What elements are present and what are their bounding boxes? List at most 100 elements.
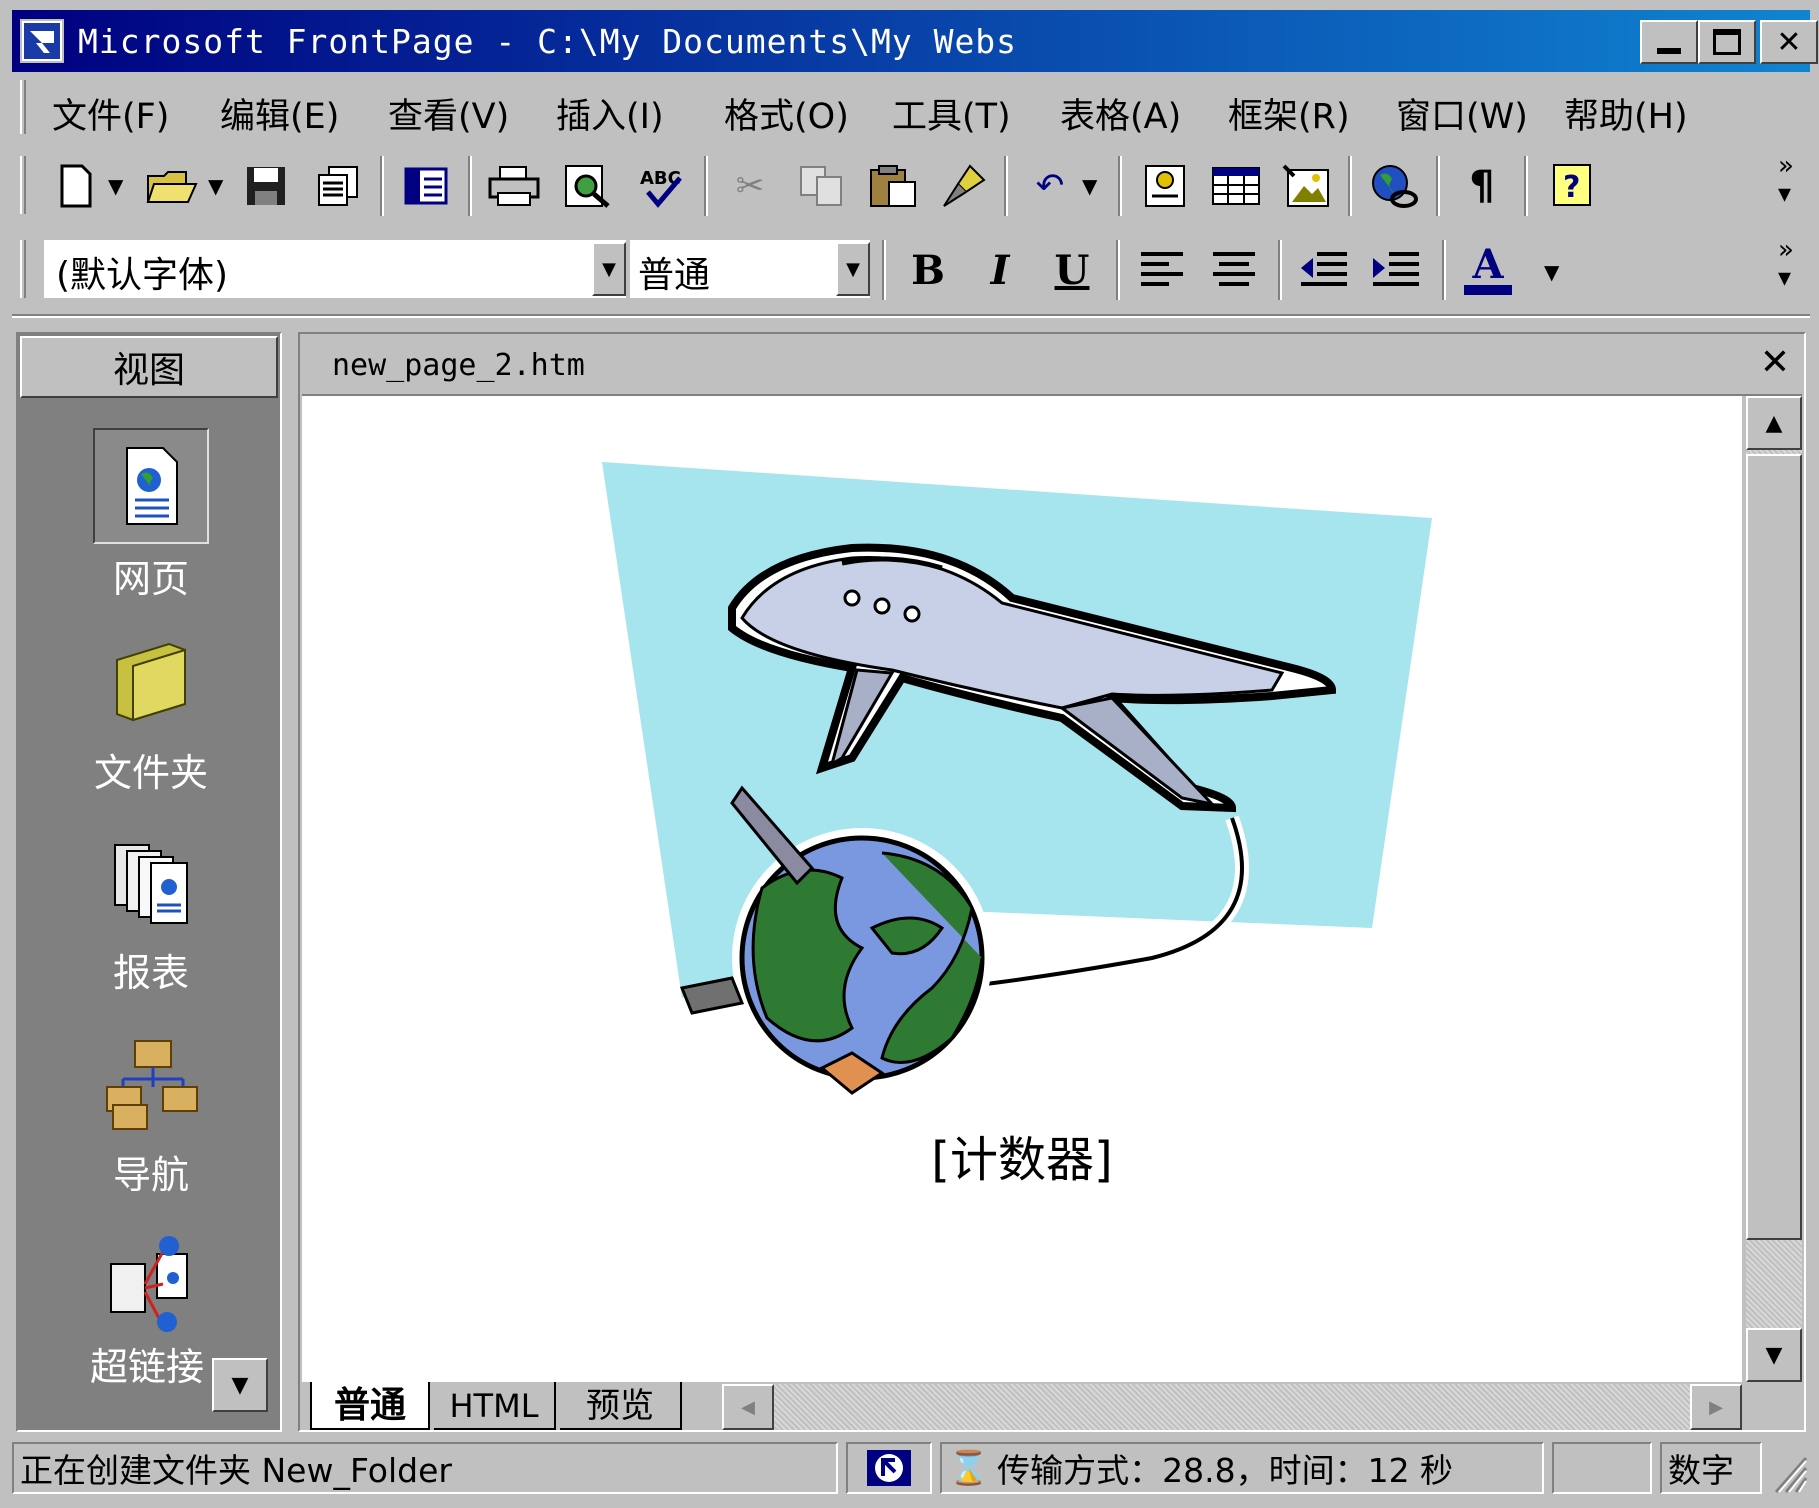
menu-help[interactable]: 帮助(H) [1564,88,1688,139]
spelling-button[interactable]: ABC [632,156,692,216]
new-page-button[interactable] [46,156,106,216]
align-left-icon [1141,252,1183,286]
align-center-icon [1213,252,1255,286]
editor-canvas[interactable]: [计数器] [302,396,1742,1382]
align-left-button[interactable] [1132,240,1192,300]
format-painter-button[interactable] [934,156,994,216]
help-button[interactable]: ? [1542,156,1602,216]
underline-button[interactable]: U [1042,240,1102,300]
view-folders[interactable]: 文件夹 [18,632,284,797]
insert-picture-button[interactable] [1276,156,1336,216]
bold-button[interactable]: B [898,240,958,300]
resize-grip-icon[interactable] [1770,1450,1808,1494]
tab-preview[interactable]: 预览 [560,1382,682,1430]
undo-button[interactable]: ↶ [1020,156,1080,216]
toolbar-grip[interactable] [20,240,26,298]
font-color-button[interactable]: A [1458,240,1518,300]
open-folder-icon [146,171,198,203]
font-color-letter: A [1472,241,1504,288]
view-navigation-label: 导航 [112,1153,189,1197]
hit-counter-placeholder[interactable]: [计数器] [302,1120,1742,1190]
horizontal-scrollbar[interactable]: ◀ ▶ [722,1384,1742,1430]
maximize-button[interactable] [1698,20,1756,64]
toolbar-overflow-icon[interactable]: » ▾ [1778,152,1794,208]
publish-icon [318,166,358,206]
menu-tools[interactable]: 工具(T) [892,88,1011,139]
open-button[interactable] [142,156,202,216]
font-color-swatch [1464,285,1512,295]
insert-table-button[interactable] [1206,156,1266,216]
toolbar-grip[interactable] [20,156,26,214]
menu-frames[interactable]: 框架(R) [1228,88,1350,139]
style-dropdown-button[interactable]: ▼ [836,242,870,296]
open-dropdown-icon[interactable]: ▼ [208,174,223,198]
close-button[interactable]: ✕ [1760,20,1818,64]
document-filename: new_page_2.htm [332,348,585,383]
scroll-down-button[interactable]: ▼ [1746,1328,1802,1382]
views-scroll-down-button[interactable]: ▼ [212,1358,268,1412]
menu-view[interactable]: 查看(V) [388,88,509,139]
minimize-button[interactable] [1640,20,1698,64]
scissors-icon: ✂ [735,166,765,206]
style-select[interactable]: 普通 ▼ [630,240,870,298]
scroll-up-button[interactable]: ▲ [1746,396,1802,450]
formatting-toolbar: (默认字体) ▼ 普通 ▼ B I U A ▼ » ▾ [12,230,1810,310]
font-dropdown-button[interactable]: ▼ [592,242,626,296]
font-color-dropdown-icon[interactable]: ▼ [1544,260,1559,284]
style-value: 普通 [638,255,711,296]
menu-table[interactable]: 表格(A) [1060,88,1181,139]
title-bar: Microsoft FrontPage - C:\My Documents\My… [12,10,1818,72]
menu-file[interactable]: 文件(F) [52,88,169,139]
font-select[interactable]: (默认字体) ▼ [44,240,626,298]
arrow-right-icon: ▶ [1709,1396,1723,1418]
scroll-right-button[interactable]: ▶ [1690,1384,1742,1430]
cut-button[interactable]: ✂ [720,156,780,216]
new-dropdown-icon[interactable]: ▼ [108,174,123,198]
decrease-indent-button[interactable] [1294,240,1354,300]
tab-html[interactable]: HTML [434,1382,556,1430]
window-title: Microsoft FrontPage - C:\My Documents\My… [78,22,1018,61]
views-header[interactable]: 视图 [20,336,278,398]
scroll-left-button[interactable]: ◀ [722,1384,774,1430]
view-reports[interactable]: 报表 [18,832,284,997]
folder-list-button[interactable] [396,156,456,216]
folder-list-icon [404,167,448,205]
vertical-scrollbar[interactable]: ▲ ▼ [1746,396,1802,1382]
navigation-icon [101,1034,201,1134]
print-button[interactable] [484,156,544,216]
arrow-left-icon: ◀ [741,1396,755,1418]
preview-in-browser-button[interactable] [558,156,618,216]
italic-button[interactable]: I [970,240,1030,300]
toolbar-overflow-icon[interactable]: » ▾ [1778,236,1794,292]
arrow-down-icon: ▼ [1765,1342,1783,1368]
view-page[interactable]: 网页 [18,428,284,603]
align-center-button[interactable] [1204,240,1264,300]
views-bar: 视图 网页 文件夹 报表 导航 超链接 ▼ [16,332,282,1432]
insert-component-button[interactable] [1134,156,1194,216]
copy-button[interactable] [792,156,852,216]
paste-button[interactable] [864,156,924,216]
hyperlink-button[interactable] [1364,156,1424,216]
menu-grip[interactable] [20,80,26,134]
scroll-thumb[interactable] [1746,454,1802,1240]
menu-insert[interactable]: 插入(I) [556,88,664,139]
font-value: (默认字体) [56,255,229,296]
standard-toolbar: ▼ ▼ ABC ✂ ↶ ▼ ¶ ? » ▾ [12,146,1810,226]
download-time-text: 传输方式：28.8，时间：12 秒 [997,1451,1454,1490]
menu-bar: 文件(F) 编辑(E) 查看(V) 插入(I) 格式(O) 工具(T) 表格(A… [12,76,1810,140]
increase-indent-button[interactable] [1366,240,1426,300]
status-message-text: 正在创建文件夹 New_Folder [20,1451,452,1490]
close-document-icon[interactable]: ✕ [1760,342,1790,383]
show-all-button[interactable]: ¶ [1452,156,1512,216]
menu-format[interactable]: 格式(O) [724,88,849,139]
frontpage-icon[interactable] [20,19,64,63]
menu-edit[interactable]: 编辑(E) [220,88,339,139]
save-button[interactable] [236,156,296,216]
numlock-indicator: 数字 [1660,1442,1762,1494]
menu-window[interactable]: 窗口(W) [1396,88,1528,139]
airplane-globe-clipart [602,462,1432,1095]
publish-button[interactable] [308,156,368,216]
view-navigation[interactable]: 导航 [18,1034,284,1199]
undo-dropdown-icon[interactable]: ▼ [1082,174,1097,198]
tab-normal[interactable]: 普通 [310,1382,430,1430]
